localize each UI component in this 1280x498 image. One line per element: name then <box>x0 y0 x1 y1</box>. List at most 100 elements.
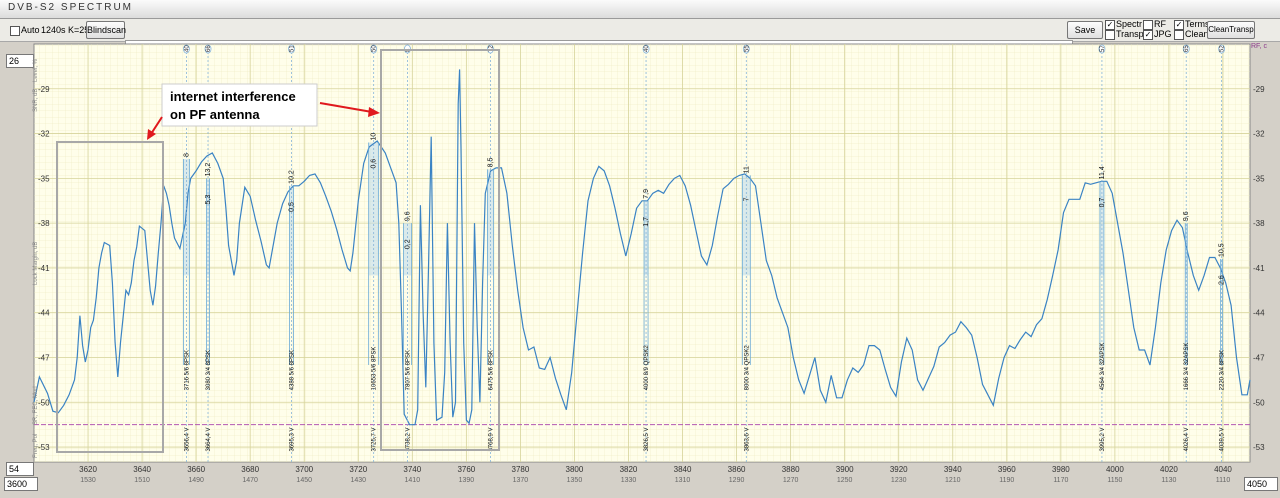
if-tick-label: 1370 <box>513 477 529 484</box>
bottom-level-spinner[interactable]: 54 <box>6 462 34 476</box>
y-tick-label-left: -47 <box>38 354 50 363</box>
blindscan-button[interactable]: Blindscan <box>86 21 126 39</box>
annotation-arrow-right <box>319 102 380 117</box>
if-tick-label: 1450 <box>296 477 312 484</box>
spectrum-chart[interactable]: -29 -32 -35 -38 -41 -44 -47 -50 -53 -29 -32 -35 -38… <box>0 0 1280 498</box>
if-tick-label: 1170 <box>1053 477 1068 484</box>
title-bar: DVB-S2 SPECTRUM <box>0 0 1280 19</box>
carrier-snr-label: 9,6 <box>404 211 411 221</box>
toolbar: Auto 1240s K=25 Blindscan 10,0eC cir.Eut… <box>0 19 1280 60</box>
y-tick-label-left: -41 <box>38 264 50 273</box>
terms-checkbox[interactable]: ✓ <box>1174 20 1184 30</box>
spectr-checkbox[interactable]: ✓ <box>1105 20 1115 30</box>
x-tick-label: 4000 <box>1106 465 1124 474</box>
spectrum-line <box>33 69 1251 426</box>
if-tick-label: 1190 <box>999 477 1014 484</box>
transp-checkbox[interactable] <box>1105 30 1115 40</box>
carrier-freq-label: 3995,2 V <box>1100 428 1106 452</box>
carrier-snr-label: 10,5 <box>1219 243 1226 257</box>
carrier-freq-label: 3826,5 V <box>644 428 650 452</box>
carrier-freq-label: 3664,4 V <box>206 428 212 452</box>
x-tick-label: 3880 <box>782 465 800 474</box>
carrier-snr-label: 13,2 <box>205 163 212 177</box>
y-tick-label-right: -53 <box>1253 443 1265 452</box>
y-tick-label-right: -47 <box>1253 354 1265 363</box>
clean-checkbox[interactable] <box>1174 30 1184 40</box>
annotation-line-1: internet interference <box>170 89 296 104</box>
carrier-sr-fec-label: 6475 5/6 8PSK <box>488 350 494 390</box>
rf-label: RF <box>1154 19 1166 29</box>
annotation-box <box>161 83 318 127</box>
carrier-margin-label: 2,6 <box>1219 275 1226 285</box>
if-tick-label: 1230 <box>891 477 907 484</box>
window-title: DVB-S2 SPECTRUM <box>8 2 134 13</box>
carrier-freq-label: 3863,6 V <box>744 428 750 452</box>
y-tick-label-left: -50 <box>38 398 50 407</box>
y-tick-label-left: -53 <box>38 443 50 452</box>
x-tick-label: 4040 <box>1214 465 1232 474</box>
y-tick-label-left: -38 <box>38 219 50 228</box>
x-tick-label: 3860 <box>728 465 746 474</box>
carrier-sr-fec-label: 7807 5/6 8PSK <box>405 350 411 390</box>
carrier-freq-label: 3725,7 V <box>372 428 378 452</box>
jpg-checkbox[interactable]: ✓ <box>1143 30 1153 40</box>
top-level-spinner[interactable]: 26 <box>6 54 34 68</box>
carrier-sr-fec-label: 4388 5/6 8PSK <box>290 350 296 390</box>
interference-box-left <box>56 141 164 453</box>
carrier-sr-fec-label: 3716 5/6 8PSK <box>184 350 190 390</box>
auto-checkbox[interactable] <box>10 26 20 36</box>
carrier-snr-label: 10,2 <box>289 170 296 184</box>
start-freq-spinner[interactable]: 3600 <box>4 477 38 491</box>
x-tick-label: 3780 <box>512 465 530 474</box>
rate-label: 1240s K=25 <box>41 25 90 35</box>
if-tick-label: 1390 <box>459 477 475 484</box>
carrier-margin-label: 7 <box>743 197 750 201</box>
if-tick-label: 1330 <box>621 477 637 484</box>
x-tick-label: 3660 <box>187 465 205 474</box>
carrier-margin-label: 5,3 <box>205 195 212 205</box>
if-tick-label: 1290 <box>729 477 745 484</box>
x-tick-label: 3960 <box>998 465 1016 474</box>
if-tick-label: 1470 <box>242 477 258 484</box>
right-axis-label: RF, c <box>1251 43 1267 50</box>
carrier-fill <box>206 178 210 276</box>
auto-label: Auto <box>21 25 40 35</box>
cleantransp-button[interactable]: CleanTransp <box>1207 21 1255 39</box>
y-tick-label-left: -32 <box>38 130 50 139</box>
carrier-freq-label: 3695,3 V <box>290 428 296 452</box>
left-axis-label-margin: Lock Margin, dB <box>33 242 39 285</box>
end-freq-spinner[interactable]: 4050 <box>1244 477 1278 491</box>
carrier-snr-label: 7,9 <box>643 189 650 199</box>
carrier-fill <box>1099 181 1104 276</box>
carrier-freq-label: 4026,4 V <box>1184 428 1190 452</box>
y-tick-label-left: -35 <box>38 174 50 183</box>
carrier-sr-fec-label: 8000 3/4 QPSK2 <box>744 345 750 391</box>
carrier-margin-label: 0,2 <box>404 239 411 249</box>
x-tick-label: 3680 <box>241 465 259 474</box>
y-tick-label-right: -32 <box>1253 130 1265 139</box>
save-button[interactable]: Save <box>1067 21 1103 39</box>
carrier-margin-label: 0,6 <box>371 159 378 169</box>
x-tick-label: 3800 <box>566 465 584 474</box>
interference-box-right <box>380 49 500 451</box>
annotation-arrow-left <box>147 116 163 140</box>
x-tick-label: 3760 <box>457 465 475 474</box>
if-tick-label: 1310 <box>675 477 691 484</box>
info-bar: 10,0eC cir.Eutelsat 10A 10°0E @ 48,42°N … <box>125 40 1073 60</box>
if-tick-label: 1430 <box>350 477 366 484</box>
carrier-freq-label: 3656,4 V <box>184 428 190 452</box>
terms-label: Terms <box>1185 19 1210 29</box>
x-tick-label: 3720 <box>349 465 367 474</box>
carrier-fill <box>183 158 190 276</box>
x-tick-label: 3920 <box>890 465 908 474</box>
y-tick-label-right: -41 <box>1253 264 1265 273</box>
carrier-snr-label: 11 <box>743 166 750 173</box>
left-axis-label-sr-fec: SR, FEC, Mod <box>33 386 39 425</box>
carrier-margin-label: 0,5 <box>289 202 296 212</box>
if-tick-label: 1130 <box>1161 477 1176 484</box>
carrier-fill <box>487 169 494 276</box>
x-tick-label: 3620 <box>79 465 97 474</box>
terms-check-mark: ✓ <box>1175 20 1183 29</box>
carrier-fill <box>742 175 751 276</box>
spectr-check-mark: ✓ <box>1106 20 1114 29</box>
